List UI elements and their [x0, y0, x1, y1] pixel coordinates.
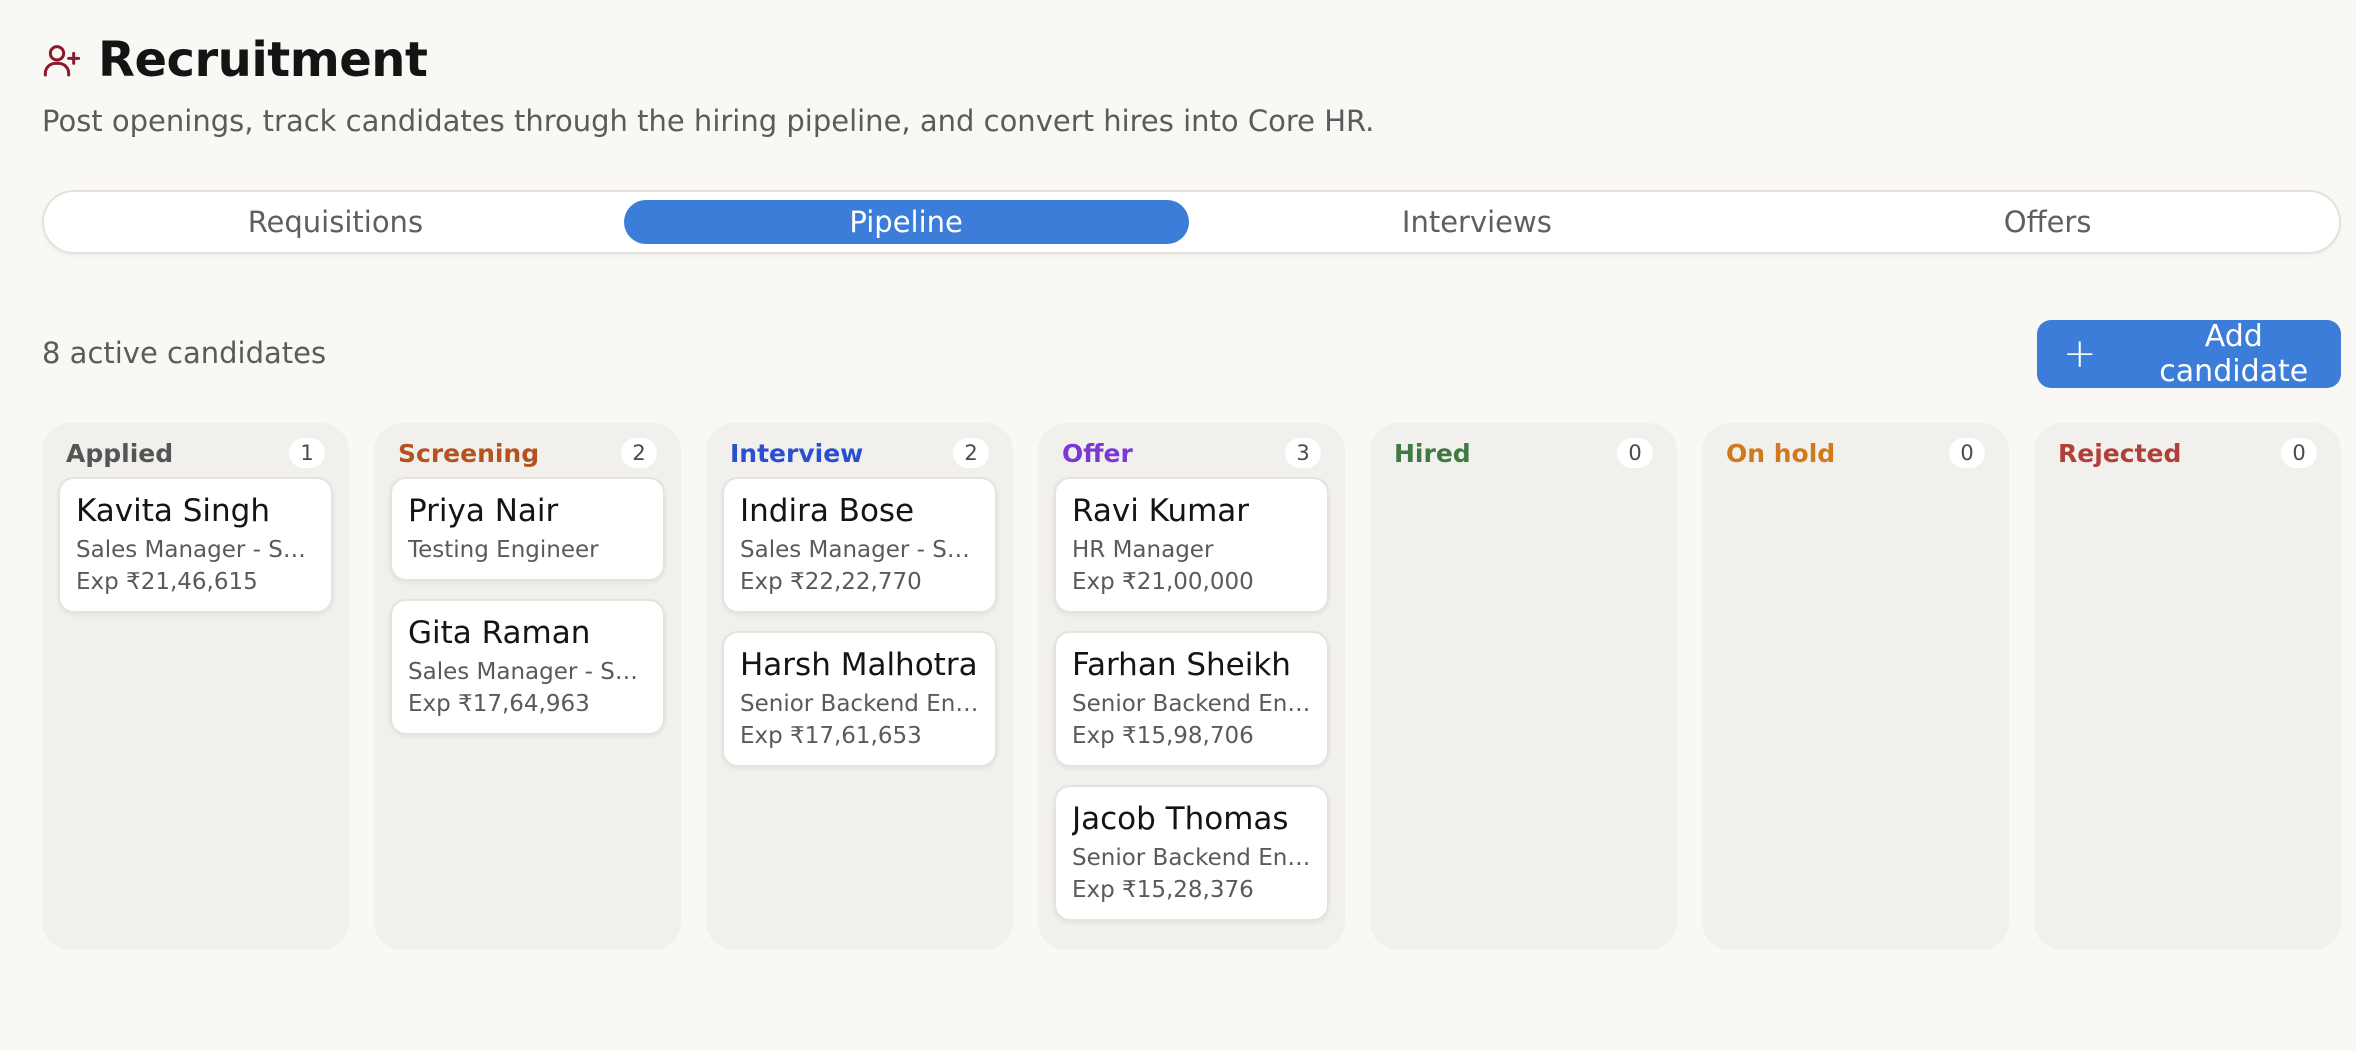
- candidate-name: Ravi Kumar: [1072, 493, 1250, 529]
- candidate-card[interactable]: Priya Nair Testing Engineer: [390, 477, 665, 581]
- column-interview: Interview 2 Indira Bose Sales Manager - …: [706, 423, 1013, 950]
- column-screening: Screening 2 Priya Nair Testing Engineer …: [374, 423, 681, 950]
- column-header: Hired 0: [1386, 437, 1661, 469]
- candidate-name: Farhan Sheikh: [1072, 647, 1291, 683]
- tab-requisitions[interactable]: Requisitions: [53, 200, 618, 244]
- column-header: Applied 1: [58, 437, 333, 469]
- recruitment-page: Recruitment Post openings, track candida…: [0, 0, 2356, 1050]
- candidate-name: Harsh Malhotra: [740, 647, 978, 683]
- column-count-badge: 2: [621, 438, 657, 468]
- candidate-card[interactable]: Gita Raman Sales Manager - So... Exp ₹17…: [390, 599, 665, 735]
- column-count-badge: 3: [1285, 438, 1321, 468]
- candidate-card[interactable]: Kavita Singh Sales Manager - So... Exp ₹…: [58, 477, 333, 613]
- add-candidate-button[interactable]: + Add candidate: [2037, 319, 2341, 389]
- add-candidate-label: Add candidate: [2159, 319, 2309, 389]
- column-rejected: Rejected 0: [2034, 423, 2341, 950]
- user-plus-icon: [42, 40, 82, 80]
- candidate-name: Indira Bose: [740, 493, 915, 529]
- column-header: Offer 3: [1054, 437, 1329, 469]
- candidate-role: HR Manager: [1072, 537, 1214, 563]
- candidate-card[interactable]: Farhan Sheikh Senior Backend Engi... Exp…: [1054, 631, 1329, 767]
- candidate-name: Gita Raman: [408, 615, 591, 651]
- tab-offers[interactable]: Offers: [1765, 200, 2330, 244]
- column-title: Interview: [730, 438, 864, 468]
- candidate-expected-salary: Exp ₹17,64,963: [408, 691, 590, 717]
- candidate-expected-salary: Exp ₹15,98,706: [1072, 723, 1254, 749]
- candidate-expected-salary: Exp ₹17,61,653: [740, 723, 922, 749]
- active-candidate-count: 8 active candidates: [42, 336, 327, 370]
- tab-bar: Requisitions Pipeline Interviews Offers: [42, 190, 2341, 254]
- tab-pipeline[interactable]: Pipeline: [623, 200, 1189, 244]
- column-title: Offer: [1062, 438, 1133, 468]
- candidate-card[interactable]: Ravi Kumar HR Manager Exp ₹21,00,000: [1054, 477, 1329, 613]
- page-subtitle: Post openings, track candidates through …: [42, 104, 1375, 138]
- column-header: On hold 0: [1718, 437, 1993, 469]
- candidate-role: Senior Backend Engi...: [740, 691, 979, 717]
- candidate-name: Priya Nair: [408, 493, 559, 529]
- candidate-role: Sales Manager - So...: [76, 537, 315, 563]
- column-hired: Hired 0: [1370, 423, 1677, 950]
- candidate-card[interactable]: Harsh Malhotra Senior Backend Engi... Ex…: [722, 631, 997, 767]
- column-title: Rejected: [2058, 438, 2182, 468]
- candidate-role: Sales Manager - So...: [740, 537, 979, 563]
- column-title: Applied: [66, 438, 174, 468]
- candidate-role: Senior Backend Engi...: [1072, 691, 1311, 717]
- column-count-badge: 0: [1949, 438, 1985, 468]
- candidate-name: Jacob Thomas: [1072, 801, 1289, 837]
- column-count-badge: 0: [2281, 438, 2317, 468]
- plus-icon: +: [2063, 331, 2097, 377]
- tab-interviews[interactable]: Interviews: [1195, 200, 1760, 244]
- column-title: On hold: [1726, 438, 1836, 468]
- column-title: Hired: [1394, 438, 1471, 468]
- column-count-badge: 1: [289, 438, 325, 468]
- page-header: Recruitment: [42, 32, 428, 88]
- page-title: Recruitment: [98, 32, 428, 88]
- column-count-badge: 0: [1617, 438, 1653, 468]
- column-on-hold: On hold 0: [1702, 423, 2009, 950]
- candidate-expected-salary: Exp ₹15,28,376: [1072, 877, 1254, 903]
- column-header: Rejected 0: [2050, 437, 2325, 469]
- candidate-expected-salary: Exp ₹22,22,770: [740, 569, 922, 595]
- column-offer: Offer 3 Ravi Kumar HR Manager Exp ₹21,00…: [1038, 423, 1345, 950]
- column-count-badge: 2: [953, 438, 989, 468]
- candidate-role: Sales Manager - So...: [408, 659, 647, 685]
- candidate-card[interactable]: Indira Bose Sales Manager - So... Exp ₹2…: [722, 477, 997, 613]
- candidate-role: Testing Engineer: [408, 537, 599, 563]
- candidate-card[interactable]: Jacob Thomas Senior Backend Engi... Exp …: [1054, 785, 1329, 921]
- candidate-name: Kavita Singh: [76, 493, 271, 529]
- candidate-role: Senior Backend Engi...: [1072, 845, 1311, 871]
- candidate-expected-salary: Exp ₹21,00,000: [1072, 569, 1254, 595]
- pipeline-board: Applied 1 Kavita Singh Sales Manager - S…: [42, 423, 2341, 950]
- candidate-expected-salary: Exp ₹21,46,615: [76, 569, 258, 595]
- column-header: Interview 2: [722, 437, 997, 469]
- column-header: Screening 2: [390, 437, 665, 469]
- column-title: Screening: [398, 438, 540, 468]
- column-applied: Applied 1 Kavita Singh Sales Manager - S…: [42, 423, 349, 950]
